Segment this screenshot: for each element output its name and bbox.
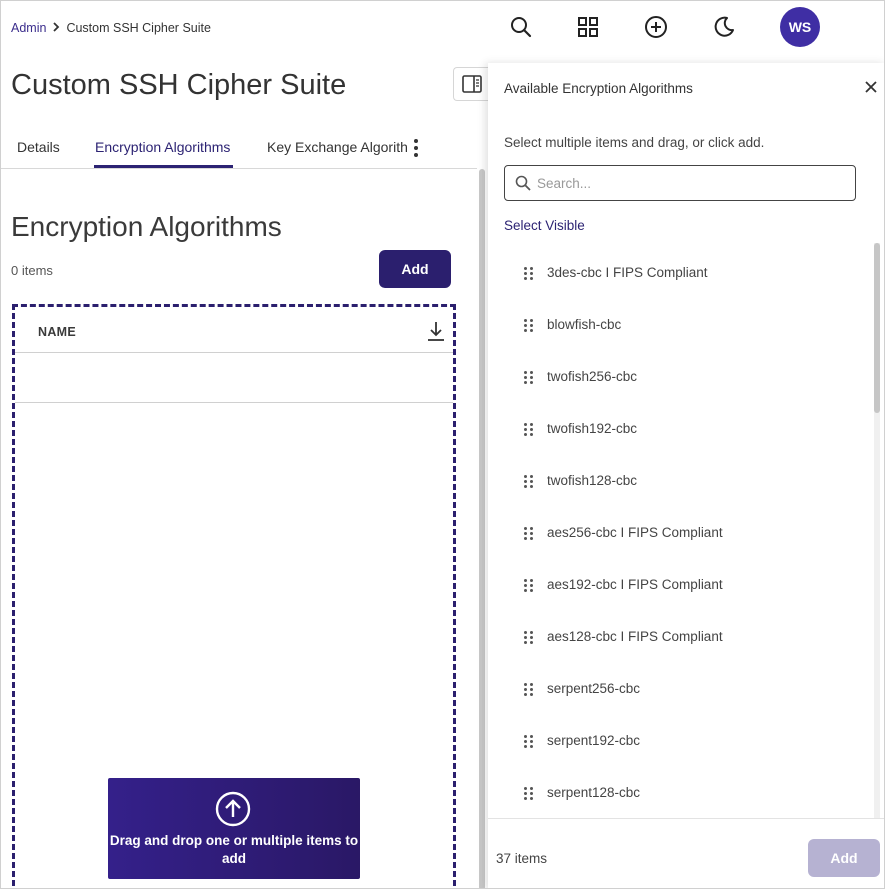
upload-arrow-icon [215, 791, 251, 827]
add-circle-icon[interactable] [636, 7, 676, 47]
close-icon[interactable] [863, 79, 879, 95]
table-row-empty [15, 353, 453, 403]
tab-bar: Details Encryption Algorithms Key Exchan… [1, 129, 477, 169]
drag-handle-icon[interactable] [524, 371, 533, 385]
drag-handle-icon[interactable] [524, 787, 533, 801]
tab-details[interactable]: Details [17, 139, 60, 155]
right-scrollbar[interactable] [874, 243, 880, 819]
moon-icon[interactable] [704, 7, 744, 47]
drawer-title: Available Encryption Algorithms [504, 81, 693, 96]
drag-handle-icon[interactable] [524, 475, 533, 489]
drop-zone[interactable]: NAME Drag and drop one or multiple items… [12, 304, 456, 888]
active-tab-indicator [94, 165, 233, 168]
list-item[interactable]: twofish192-cbc [488, 401, 868, 453]
list-item-label: twofish192-cbc [547, 421, 638, 436]
left-scrollbar[interactable] [479, 169, 485, 888]
tab-encryption-algorithms[interactable]: Encryption Algorithms [95, 139, 230, 155]
list-item-label: twofish128-cbc [547, 473, 638, 488]
list-item[interactable]: 3des-cbc I FIPS Compliant [488, 245, 868, 297]
drawer-hint: Select multiple items and drag, or click… [504, 135, 765, 150]
available-items-count: 37 items [496, 851, 548, 866]
add-button[interactable]: Add [379, 250, 451, 288]
drag-handle-icon[interactable] [524, 423, 533, 437]
chevron-right-icon [52, 20, 60, 35]
breadcrumb: Admin Custom SSH Cipher Suite [11, 20, 211, 35]
section-title: Encryption Algorithms [11, 211, 282, 242]
list-item-label: blowfish-cbc [547, 317, 622, 332]
list-item[interactable]: aes128-cbc I FIPS Compliant [488, 609, 868, 661]
breadcrumb-admin-link[interactable]: Admin [11, 21, 46, 35]
drag-handle-icon[interactable] [524, 683, 533, 697]
app-frame: Admin Custom SSH Cipher Suite WS Custom … [0, 0, 885, 889]
list-item-label: serpent128-cbc [547, 785, 641, 800]
search-icon[interactable] [501, 7, 541, 47]
search-input[interactable] [537, 172, 837, 194]
drag-handle-icon[interactable] [524, 267, 533, 281]
list-item[interactable]: aes256-cbc I FIPS Compliant [488, 505, 868, 557]
column-header-name[interactable]: NAME [38, 325, 76, 339]
apps-grid-icon[interactable] [568, 7, 608, 47]
list-item-label: aes192-cbc I FIPS Compliant [547, 577, 723, 592]
list-item-label: aes128-cbc I FIPS Compliant [547, 629, 723, 644]
available-items-list: 3des-cbc I FIPS Compliant blowfish-cbc two… [488, 245, 878, 819]
more-tabs-icon[interactable] [409, 139, 423, 157]
page-title: Custom SSH Cipher Suite [11, 69, 347, 101]
tab-key-exchange-algorithms[interactable]: Key Exchange Algorithr [267, 139, 407, 155]
user-avatar[interactable]: WS [780, 7, 820, 47]
list-item[interactable]: serpent256-cbc [488, 661, 868, 713]
selected-items-count: 0 items [11, 263, 53, 278]
search-icon [515, 175, 531, 191]
panel-toggle-button[interactable] [453, 67, 489, 101]
drag-handle-icon[interactable] [524, 735, 533, 749]
drag-handle-icon[interactable] [524, 527, 533, 541]
drop-hint-card: Drag and drop one or multiple items to a… [108, 778, 360, 879]
drag-handle-icon[interactable] [524, 319, 533, 333]
select-visible-link[interactable]: Select Visible [504, 218, 585, 233]
list-item[interactable]: twofish128-cbc [488, 453, 868, 505]
list-item-label: 3des-cbc I FIPS Compliant [547, 265, 708, 280]
scrollbar-thumb[interactable] [874, 243, 880, 413]
side-panel-icon [461, 75, 482, 93]
table-header: NAME [15, 307, 453, 353]
search-field [504, 165, 856, 201]
drawer-add-button[interactable]: Add [808, 839, 880, 877]
list-item[interactable]: blowfish-cbc [488, 297, 868, 349]
list-item[interactable]: serpent192-cbc [488, 713, 868, 765]
download-icon[interactable] [425, 320, 447, 342]
available-items-drawer: Available Encryption Algorithms Select m… [488, 63, 884, 888]
breadcrumb-current: Custom SSH Cipher Suite [66, 20, 211, 35]
list-item-label: twofish256-cbc [547, 369, 638, 384]
list-item[interactable]: twofish256-cbc [488, 349, 868, 401]
list-item-label: serpent192-cbc [547, 733, 641, 748]
list-item[interactable]: serpent128-cbc [488, 765, 868, 817]
list-item[interactable]: aes192-cbc I FIPS Compliant [488, 557, 868, 609]
drag-handle-icon[interactable] [524, 631, 533, 645]
list-item-label: aes256-cbc I FIPS Compliant [547, 525, 723, 540]
drop-hint-text: Drag and drop one or multiple items to a… [109, 833, 359, 866]
drag-handle-icon[interactable] [524, 579, 533, 593]
drawer-footer: 37 items Add [488, 818, 884, 888]
list-item-label: serpent256-cbc [547, 681, 641, 696]
